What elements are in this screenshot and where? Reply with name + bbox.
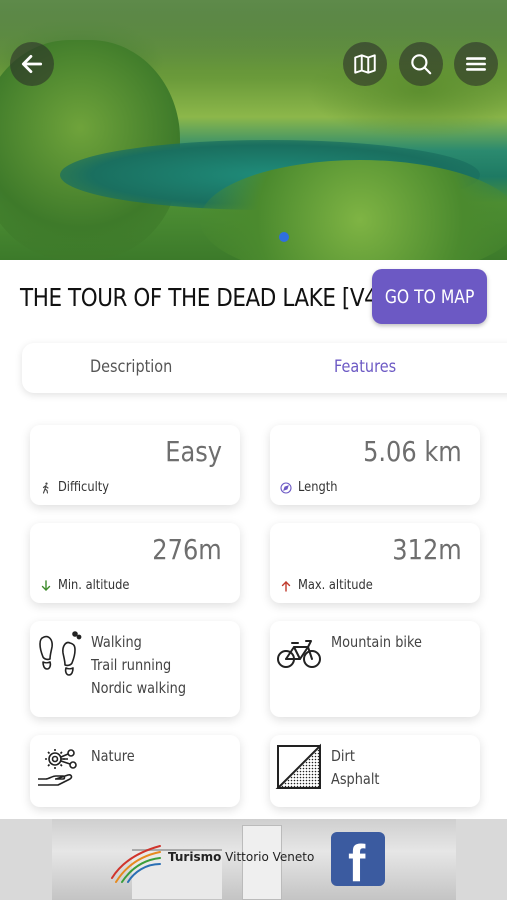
logo-text-bold: Turismo [168, 850, 222, 864]
bike-activities-card: Mountain bike [270, 621, 480, 717]
foot-activities-list: Walking Trail running Nordic walking [91, 631, 202, 700]
max-altitude-card: 312m Max. altitude [270, 523, 480, 603]
search-icon [411, 54, 432, 75]
search-button[interactable] [399, 42, 443, 86]
compass-icon [280, 481, 292, 494]
logo-swoosh-icon [111, 845, 161, 883]
difficulty-card: Easy Difficulty [30, 425, 240, 505]
facebook-button[interactable]: f [331, 832, 385, 886]
map-button[interactable] [343, 42, 387, 86]
bicycle-icon [277, 640, 321, 668]
menu-button[interactable] [454, 42, 498, 86]
length-label: Length [298, 480, 338, 495]
length-card: 5.06 km Length [270, 425, 480, 505]
facebook-icon: f [348, 835, 366, 886]
min-altitude-label-row: Min. altitude [40, 578, 139, 593]
nature-hand-gears-icon [38, 749, 77, 786]
hiker-icon [40, 482, 52, 494]
max-altitude-label-row: Max. altitude [280, 578, 383, 593]
difficulty-value: Easy [165, 435, 222, 468]
hero-image[interactable] [0, 0, 507, 260]
bike-activities-list: Mountain bike [331, 631, 437, 654]
tab-features[interactable]: Features [334, 357, 396, 377]
back-button[interactable] [10, 42, 54, 86]
activity-item: Nordic walking [91, 679, 187, 697]
arrow-up-icon [280, 580, 292, 592]
difficulty-label-row: Difficulty [40, 480, 116, 495]
logo-text: Turismo Vittorio Veneto [168, 850, 314, 864]
max-altitude-label: Max. altitude [298, 578, 373, 593]
tab-bar: Description Features [22, 343, 507, 393]
surface-item: Asphalt [331, 770, 380, 788]
go-to-map-button[interactable]: GO TO MAP [372, 269, 487, 324]
carousel-dot-active[interactable] [279, 232, 289, 242]
themes-list: Nature [91, 745, 142, 768]
length-label-row: Length [280, 480, 343, 495]
map-icon [354, 54, 376, 74]
activity-item: Trail running [91, 656, 172, 674]
surface-item: Dirt [331, 747, 355, 765]
themes-card: Nature [30, 735, 240, 807]
max-altitude-value: 312m [392, 533, 462, 566]
route-title: THE TOUR OF THE DEAD LAKE [V4] [20, 283, 386, 312]
surfaces-card: Dirt Asphalt [270, 735, 480, 807]
activity-item: Walking [91, 633, 142, 651]
surface-icon [275, 743, 321, 789]
arrow-left-icon [21, 55, 43, 73]
hamburger-menu-icon [466, 57, 486, 71]
go-to-map-label: GO TO MAP [384, 285, 475, 308]
logo-text-rest: Vittorio Veneto [221, 850, 315, 864]
footprints-icon [39, 631, 82, 676]
min-altitude-card: 276m Min. altitude [30, 523, 240, 603]
tab-description[interactable]: Description [90, 357, 172, 377]
min-altitude-label: Min. altitude [58, 578, 130, 593]
turismo-logo[interactable]: Turismo Vittorio Veneto [108, 832, 314, 884]
activity-item: Mountain bike [331, 633, 422, 651]
arrow-down-icon [40, 579, 52, 592]
min-altitude-value: 276m [152, 533, 222, 566]
difficulty-label: Difficulty [58, 480, 110, 495]
length-value: 5.06 km [363, 435, 462, 468]
foot-activities-card: Walking Trail running Nordic walking [30, 621, 240, 717]
surfaces-list: Dirt Asphalt [331, 745, 387, 791]
theme-item: Nature [91, 747, 135, 765]
